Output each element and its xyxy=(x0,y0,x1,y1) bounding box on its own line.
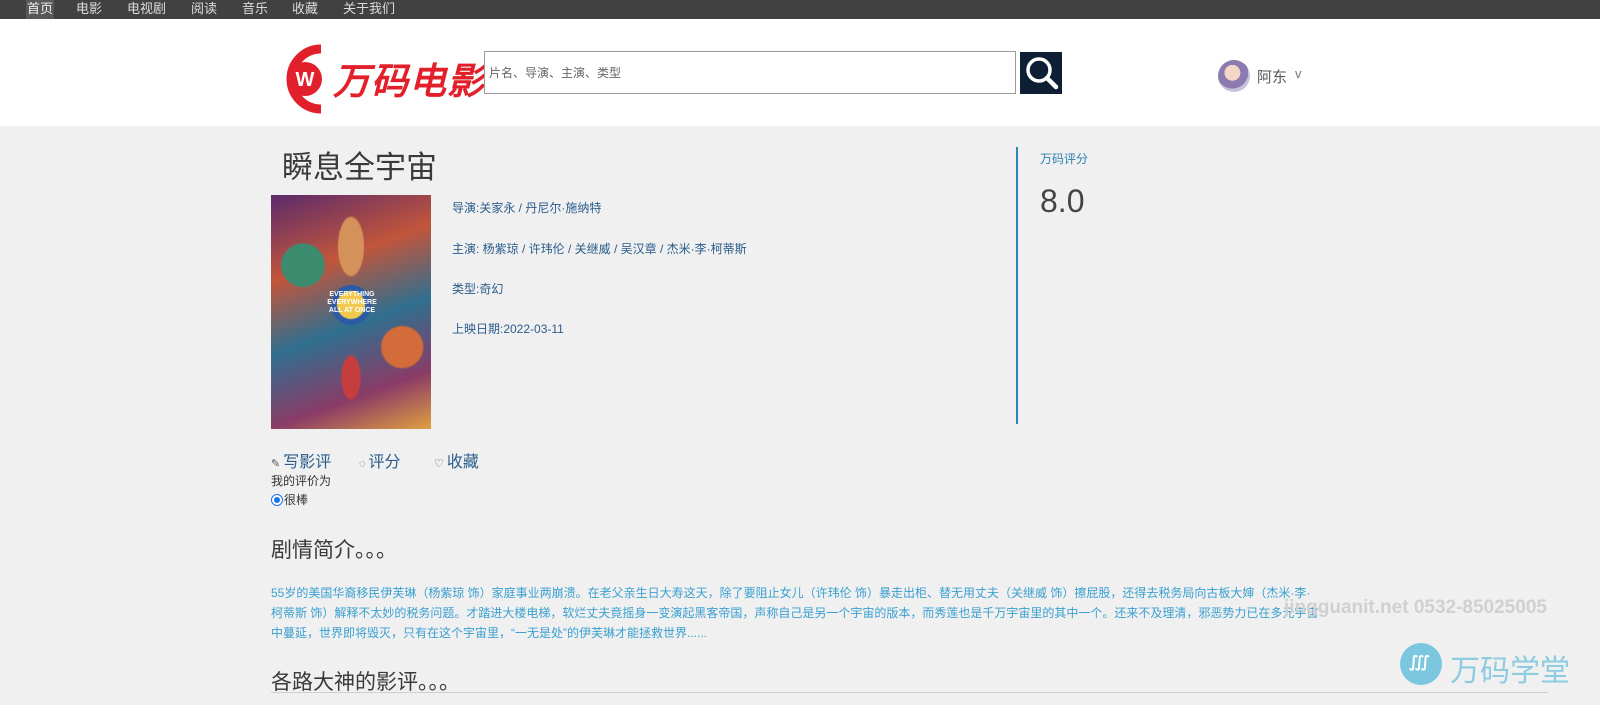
section-divider xyxy=(271,692,1548,693)
chevron-down-icon: v xyxy=(1295,66,1302,81)
nav-item-music[interactable]: 音乐 xyxy=(242,0,268,19)
movie-title: 瞬息全宇宙 xyxy=(282,150,437,186)
synopsis-text: 55岁的美国华裔移民伊芙琳（杨紫琼 饰）家庭事业两崩溃。在老父亲生日大寿这天，除… xyxy=(271,586,1319,640)
poster-title: EVERYTHING EVERYWHERE ALL AT ONCE xyxy=(327,291,377,314)
nav-item-reading[interactable]: 阅读 xyxy=(191,0,217,19)
pencil-icon: ✎ xyxy=(271,458,281,470)
rate-button[interactable]: ◌ 评分 xyxy=(359,448,401,472)
movie-poster: EVERYTHING EVERYWHERE ALL AT ONCE xyxy=(271,195,431,429)
score-value: 8.0 xyxy=(1040,183,1085,219)
favorite-button[interactable]: ♡ 收藏 xyxy=(434,448,479,472)
score-label: 万码评分 xyxy=(1040,152,1089,166)
user-name: 阿东 xyxy=(1257,69,1288,86)
brand-text: 万码学堂 xyxy=(1450,655,1570,688)
my-rating-label: 我的评价为 xyxy=(271,474,332,488)
write-review-label: 写影评 xyxy=(283,454,332,471)
logo-text: 万码电影 xyxy=(333,60,485,103)
nav-item-home[interactable]: 首页 xyxy=(26,0,55,19)
favorite-label: 收藏 xyxy=(446,454,479,471)
movie-release-date: 上映日期:2022-03-11 xyxy=(452,322,564,336)
search-icon xyxy=(1026,57,1059,90)
brand-logo-icon: ∭ xyxy=(1400,643,1442,685)
heart-icon: ♡ xyxy=(434,458,444,470)
nav-item-movies[interactable]: 电影 xyxy=(76,0,102,19)
comment-icon: ◌ xyxy=(359,458,366,470)
movie-director: 导演:关家永 / 丹尼尔·施纳特 xyxy=(452,201,602,215)
rating-radio[interactable] xyxy=(271,494,283,506)
rating-option[interactable]: 很棒 xyxy=(271,491,308,508)
movie-genre: 类型:奇幻 xyxy=(452,282,504,296)
rating-option-label: 很棒 xyxy=(284,493,309,507)
site-header: W 万码电影 阿东 v xyxy=(0,19,1600,126)
avatar xyxy=(1218,60,1250,92)
rate-label: 评分 xyxy=(368,454,401,471)
nav-item-tv[interactable]: 电视剧 xyxy=(127,0,166,19)
search-button[interactable] xyxy=(1020,52,1062,94)
write-review-button[interactable]: ✎ 写影评 xyxy=(271,448,331,472)
nav-item-about[interactable]: 关于我们 xyxy=(343,0,395,19)
logo-mark-icon: W xyxy=(286,44,322,114)
user-menu[interactable]: 阿东 v xyxy=(1218,57,1318,95)
synopsis-heading: 剧情简介。。。 xyxy=(271,539,397,562)
search-input[interactable] xyxy=(484,51,1016,94)
top-nav: 首页 电影 电视剧 阅读 音乐 收藏 关于我们 xyxy=(0,0,1600,19)
score-divider xyxy=(1016,147,1018,424)
movie-cast: 主演: 杨紫琼 / 许玮伦 / 关继威 / 吴汉章 / 杰米·李·柯蒂斯 xyxy=(452,242,747,256)
site-logo[interactable]: W 万码电影 xyxy=(275,43,484,115)
svg-text:W: W xyxy=(296,69,315,91)
nav-item-favorites[interactable]: 收藏 xyxy=(292,0,318,19)
watermark-text: jingguanit.net 0532-85025005 xyxy=(1284,597,1547,618)
